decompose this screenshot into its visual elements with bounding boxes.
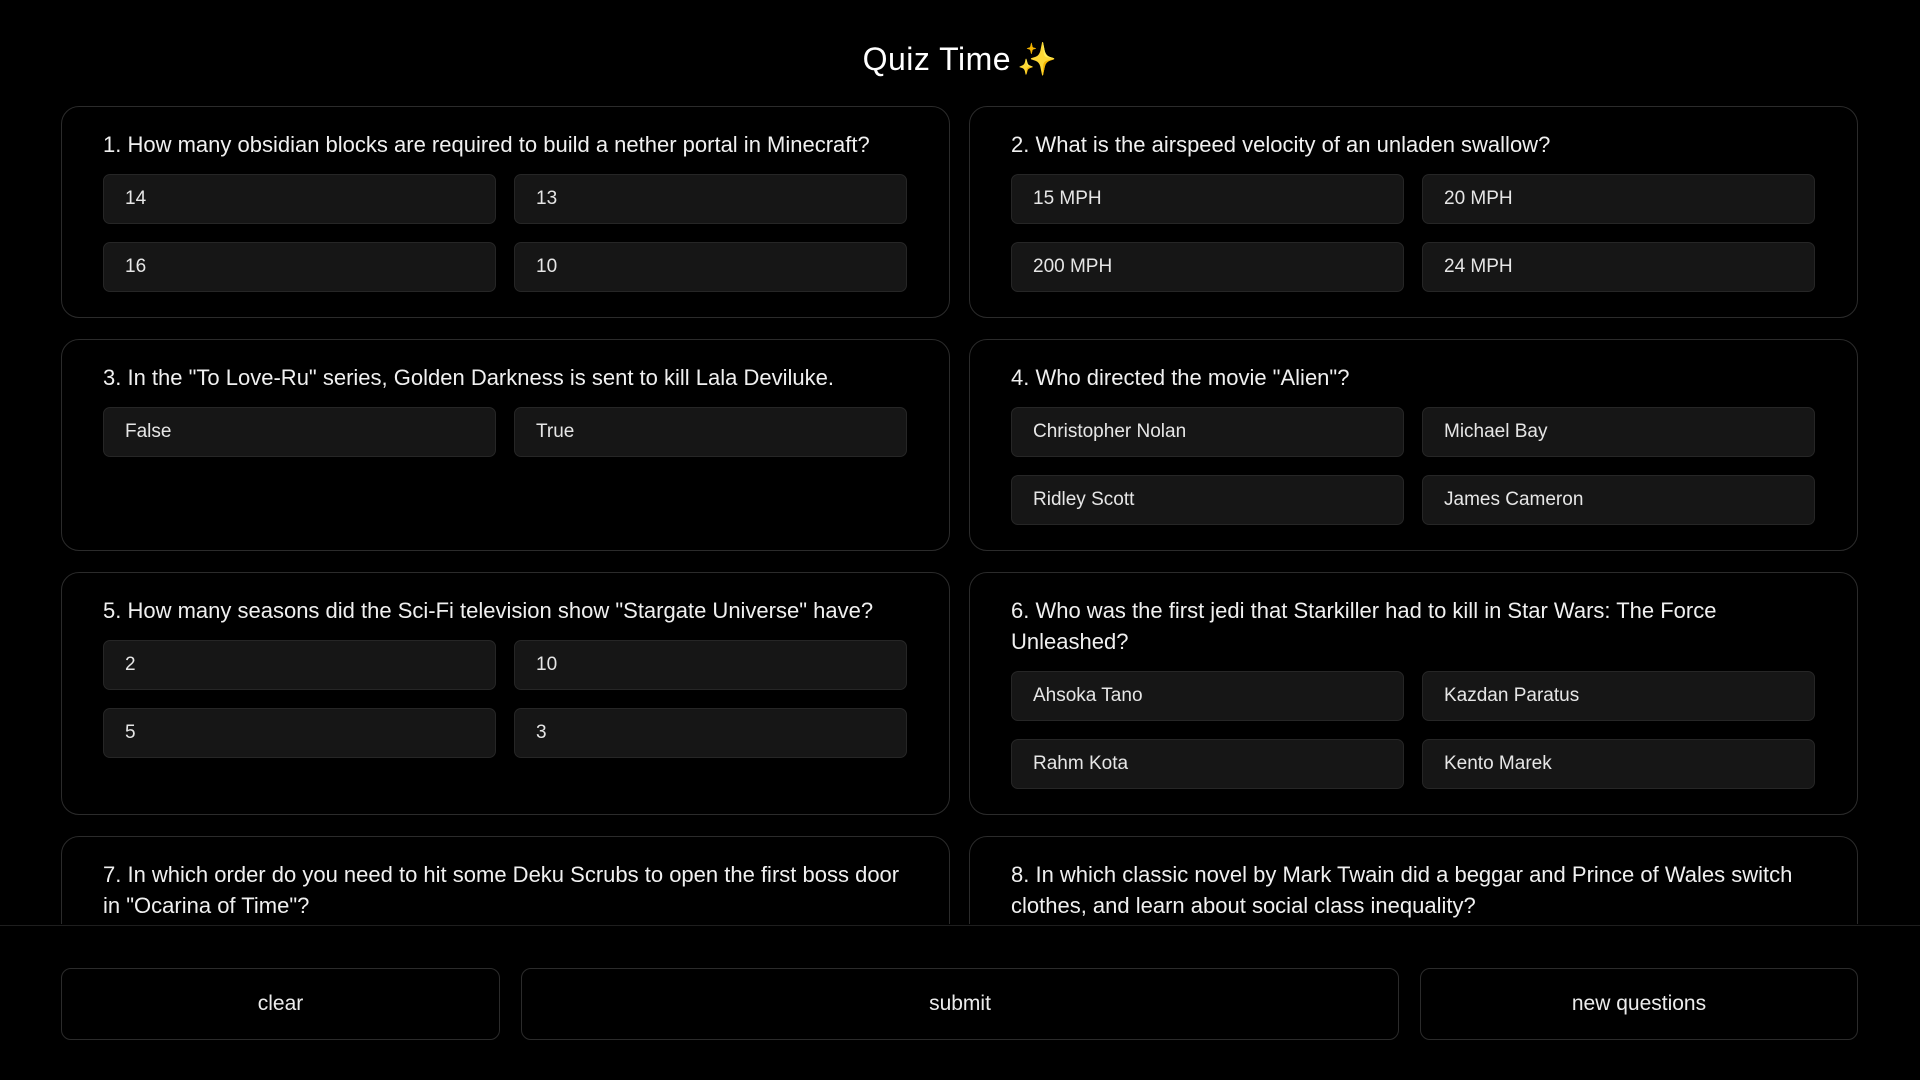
action-bar: clear submit new questions [0,925,1920,1080]
page-title: Quiz Time ✨ [0,40,1920,78]
question-card-2: 2. What is the airspeed velocity of an u… [969,106,1858,318]
sparkles-icon: ✨ [1017,41,1058,77]
answer-option[interactable]: Christopher Nolan [1011,407,1404,457]
questions-scroll-area[interactable]: 1. How many obsidian blocks are required… [0,106,1920,924]
question-card-6: 6. Who was the first jedi that Starkille… [969,572,1858,815]
answer-options: 15 MPH 20 MPH 200 MPH 24 MPH [1011,174,1816,292]
answer-option[interactable]: Kento Marek [1422,739,1815,789]
answer-option[interactable]: 14 [103,174,496,224]
new-questions-button[interactable]: new questions [1420,968,1858,1040]
question-text: 8. In which classic novel by Mark Twain … [1011,862,1793,918]
answer-option[interactable]: Ridley Scott [1011,475,1404,525]
question-card-5: 5. How many seasons did the Sci-Fi telev… [61,572,950,815]
quiz-page: Quiz Time ✨ 1. How many obsidian blocks a… [0,0,1920,1080]
answer-option[interactable]: Kazdan Paratus [1422,671,1815,721]
answer-options: Ahsoka Tano Kazdan Paratus Rahm Kota Ken… [1011,671,1816,789]
answer-option[interactable]: 2 [103,640,496,690]
submit-button[interactable]: submit [521,968,1399,1040]
title-text: Quiz Time [862,41,1012,77]
answer-option[interactable]: Ahsoka Tano [1011,671,1404,721]
answer-option[interactable]: False [103,407,496,457]
answer-option[interactable]: 3 [514,708,907,758]
answer-option[interactable]: 13 [514,174,907,224]
question-card-1: 1. How many obsidian blocks are required… [61,106,950,318]
answer-option[interactable]: Michael Bay [1422,407,1815,457]
answer-option[interactable]: 24 MPH [1422,242,1815,292]
question-card-4: 4. Who directed the movie "Alien"? Chris… [969,339,1858,551]
answer-option[interactable]: True [514,407,907,457]
clear-button[interactable]: clear [61,968,500,1040]
question-text: 3. In the "To Love-Ru" series, Golden Da… [103,365,834,390]
answer-option[interactable]: James Cameron [1422,475,1815,525]
answer-option[interactable]: 10 [514,242,907,292]
question-card-8: 8. In which classic novel by Mark Twain … [969,836,1858,924]
question-text: 2. What is the airspeed velocity of an u… [1011,132,1551,157]
answer-option[interactable]: 15 MPH [1011,174,1404,224]
question-grid: 1. How many obsidian blocks are required… [61,106,1858,924]
answer-options: Christopher Nolan Michael Bay Ridley Sco… [1011,407,1816,525]
answer-option[interactable]: 10 [514,640,907,690]
answer-options: 14 13 16 10 [103,174,908,292]
answer-option[interactable]: Rahm Kota [1011,739,1404,789]
question-text: 6. Who was the first jedi that Starkille… [1011,598,1717,654]
question-text: 5. How many seasons did the Sci-Fi telev… [103,598,874,623]
answer-option[interactable]: 5 [103,708,496,758]
question-text: 1. How many obsidian blocks are required… [103,132,870,157]
answer-option[interactable]: 16 [103,242,496,292]
answer-options: False True [103,407,908,457]
answer-options: 2 10 5 3 [103,640,908,758]
question-card-7: 7. In which order do you need to hit som… [61,836,950,924]
answer-option[interactable]: 200 MPH [1011,242,1404,292]
question-card-3: 3. In the "To Love-Ru" series, Golden Da… [61,339,950,551]
answer-option[interactable]: 20 MPH [1422,174,1815,224]
question-text: 7. In which order do you need to hit som… [103,862,900,918]
question-text: 4. Who directed the movie "Alien"? [1011,365,1350,390]
